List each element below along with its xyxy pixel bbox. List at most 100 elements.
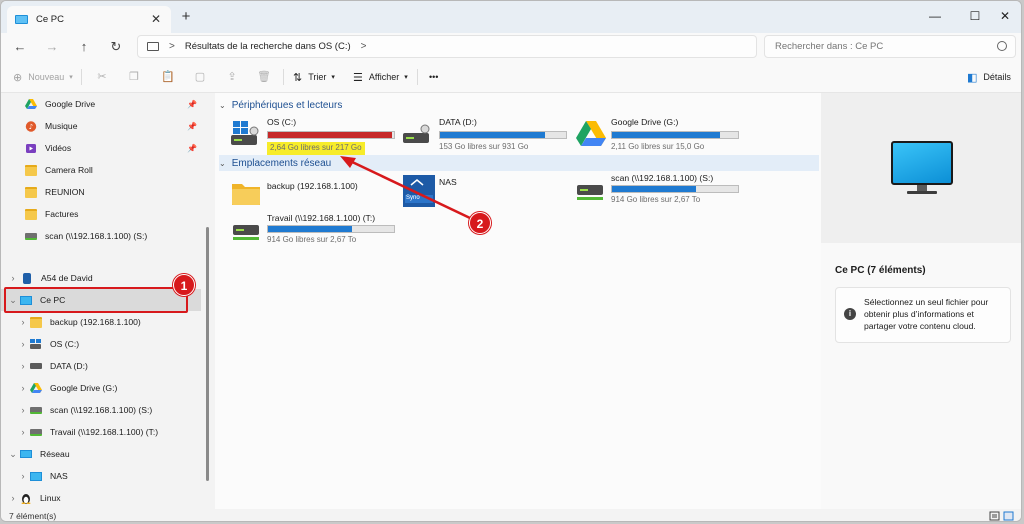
sidebar-item-backup[interactable]: › backup (192.168.1.100) <box>1 311 201 333</box>
chevron-right-icon[interactable]: › <box>16 339 30 349</box>
group-devices-header[interactable]: ⌄ Périphériques et lecteurs <box>219 97 819 113</box>
chevron-right-icon[interactable]: › <box>16 471 30 481</box>
details-title: Ce PC (7 éléments) <box>835 265 926 276</box>
pin-icon[interactable]: 📌 <box>187 144 197 153</box>
chevron-right-icon[interactable]: › <box>6 273 20 283</box>
network-item-backup[interactable]: backup (192.168.1.100) <box>231 177 401 213</box>
folder-icon <box>25 186 37 198</box>
sidebar-item-reunion[interactable]: REUNION <box>1 181 201 203</box>
chevron-right-icon[interactable]: › <box>16 405 30 415</box>
rename-icon[interactable]: ▢ <box>193 70 207 84</box>
sidebar-item-factures[interactable]: Factures <box>1 203 201 225</box>
sidebar-item-label: Google Drive <box>45 99 96 109</box>
pin-icon[interactable]: 📌 <box>187 100 197 109</box>
sidebar-item-linux[interactable]: › Linux <box>1 487 201 509</box>
paste-icon[interactable]: 📋 <box>161 70 175 84</box>
drive-google-g[interactable]: Google Drive (G:) 2,11 Go libres sur 15,… <box>575 117 755 157</box>
more-options-button[interactable]: ••• <box>429 69 438 85</box>
sidebar-item-label: Travail (\\192.168.1.100) (T:) <box>50 427 159 437</box>
drive-data-d[interactable]: DATA (D:) 153 Go libres sur 931 Go <box>403 117 583 157</box>
address-bar[interactable]: > Résultats de la recherche dans OS (C:)… <box>137 35 757 58</box>
toolbar-divider <box>417 69 418 85</box>
forward-button[interactable]: → <box>41 36 63 58</box>
breadcrumb-separator[interactable]: > <box>169 41 175 52</box>
sort-button[interactable]: ⇅ Trier ▾ <box>293 69 335 85</box>
minimize-button[interactable]: — <box>921 5 949 27</box>
drive-usage-fill <box>440 132 546 138</box>
sidebar-item-nas[interactable]: › NAS <box>1 465 201 487</box>
explorer-window: Ce PC ✕ + — ☐ ✕ ← → ↑ ↻ > Résultats de l… <box>0 0 1022 522</box>
content-area: ⌄ Périphériques et lecteurs OS (C:) 2,64… <box>215 93 821 509</box>
drive-usage-bar <box>267 225 395 233</box>
chevron-right-icon[interactable]: › <box>16 317 30 327</box>
copy-icon[interactable]: ❐ <box>127 70 141 84</box>
refresh-button[interactable]: ↻ <box>105 36 127 58</box>
sidebar-item-google-drive[interactable]: Google Drive 📌 <box>1 93 201 115</box>
network-item-nas[interactable]: Syno NAS <box>403 173 573 209</box>
nas-logo-text: Syno <box>406 195 420 201</box>
command-bar: ⊕ Nouveau ▾ ✂ ❐ 📋 ▢ ⇪ 🗑 ⇅ Trier ▾ ☰ Affi… <box>1 61 1021 93</box>
toolbar-divider <box>283 69 284 85</box>
new-button[interactable]: ⊕ Nouveau ▾ <box>13 69 73 85</box>
sidebar-item-label: Factures <box>45 209 79 219</box>
folder-icon <box>25 208 37 220</box>
view-toggle[interactable] <box>989 511 1015 521</box>
drive-usage-bar <box>267 131 395 139</box>
sidebar-item-scan-s[interactable]: › scan (\\192.168.1.100) (S:) <box>1 399 201 421</box>
tab-close-icon[interactable]: ✕ <box>151 12 161 26</box>
network-item-travail[interactable]: Travail (\\192.168.1.100) (T:) 914 Go li… <box>231 213 411 253</box>
share-icon[interactable]: ⇪ <box>225 70 239 84</box>
chevron-right-icon[interactable]: › <box>16 361 30 371</box>
preview-area <box>821 93 1021 243</box>
sidebar-scrollbar[interactable] <box>206 227 209 481</box>
sidebar-item-music[interactable]: ♪ Musique 📌 <box>1 115 201 137</box>
up-button[interactable]: ↑ <box>73 36 95 58</box>
view-button[interactable]: ☰ Afficher ▾ <box>353 69 408 85</box>
chevron-right-icon[interactable]: › <box>16 427 30 437</box>
info-icon: i <box>844 308 856 320</box>
breadcrumb-current[interactable]: Résultats de la recherche dans OS (C:) <box>185 41 351 52</box>
close-window-button[interactable]: ✕ <box>991 5 1019 27</box>
breadcrumb-chevron-icon[interactable]: > <box>361 41 367 52</box>
view-icon: ☰ <box>353 71 363 84</box>
chevron-right-icon[interactable]: › <box>6 493 20 503</box>
details-info-card: i Sélectionnez un seul fichier pour obte… <box>835 287 1011 343</box>
sidebar-item-google-drive-g[interactable]: › Google Drive (G:) <box>1 377 201 399</box>
new-label: Nouveau <box>28 72 65 82</box>
search-box[interactable] <box>764 35 1016 58</box>
details-info-text: Sélectionnez un seul fichier pour obteni… <box>864 297 989 331</box>
group-network-header[interactable]: ⌄ Emplacements réseau <box>219 155 819 171</box>
delete-icon[interactable]: 🗑 <box>257 70 271 84</box>
sidebar-item-videos[interactable]: Vidéos 📌 <box>1 137 201 159</box>
tab-ce-pc[interactable]: Ce PC ✕ <box>7 6 171 33</box>
drive-usage-fill <box>268 132 393 138</box>
chevron-down-icon[interactable]: ⌄ <box>6 449 20 460</box>
network-icon <box>20 450 32 458</box>
sidebar-item-travail-t[interactable]: › Travail (\\192.168.1.100) (T:) <box>1 421 201 443</box>
chevron-right-icon[interactable]: › <box>16 383 30 393</box>
phone-icon <box>23 272 31 284</box>
google-drive-icon <box>575 119 607 149</box>
pin-icon[interactable]: 📌 <box>187 122 197 131</box>
sidebar-item-label: Réseau <box>40 449 70 459</box>
folder-icon <box>231 179 261 207</box>
details-label: Détails <box>983 72 1011 82</box>
sidebar-item-label: NAS <box>50 471 68 481</box>
sidebar-item-scan-quick[interactable]: scan (\\192.168.1.100) (S:) <box>1 225 201 247</box>
sidebar-item-a54[interactable]: › A54 de David <box>1 267 201 289</box>
sidebar-item-os-c[interactable]: › OS (C:) <box>1 333 201 355</box>
search-input[interactable] <box>775 36 975 58</box>
details-pane-button[interactable]: ◧ Détails <box>967 69 1011 85</box>
drive-usage-bar <box>439 131 567 139</box>
sidebar-item-data-d[interactable]: › DATA (D:) <box>1 355 201 377</box>
cut-icon[interactable]: ✂ <box>95 70 109 84</box>
back-button[interactable]: ← <box>9 36 31 58</box>
sidebar-item-label: REUNION <box>45 187 85 197</box>
drive-os-c[interactable]: OS (C:) 2,64 Go libres sur 217 Go <box>231 117 411 157</box>
maximize-button[interactable]: ☐ <box>961 5 989 27</box>
drive-free-space: 914 Go libres sur 2,67 To <box>611 195 701 204</box>
sidebar-item-camera-roll[interactable]: Camera Roll <box>1 159 201 181</box>
new-tab-button[interactable]: + <box>177 8 195 25</box>
sidebar-item-reseau[interactable]: ⌄ Réseau <box>1 443 201 465</box>
network-item-scan[interactable]: scan (\\192.168.1.100) (S:) 914 Go libre… <box>575 173 755 213</box>
